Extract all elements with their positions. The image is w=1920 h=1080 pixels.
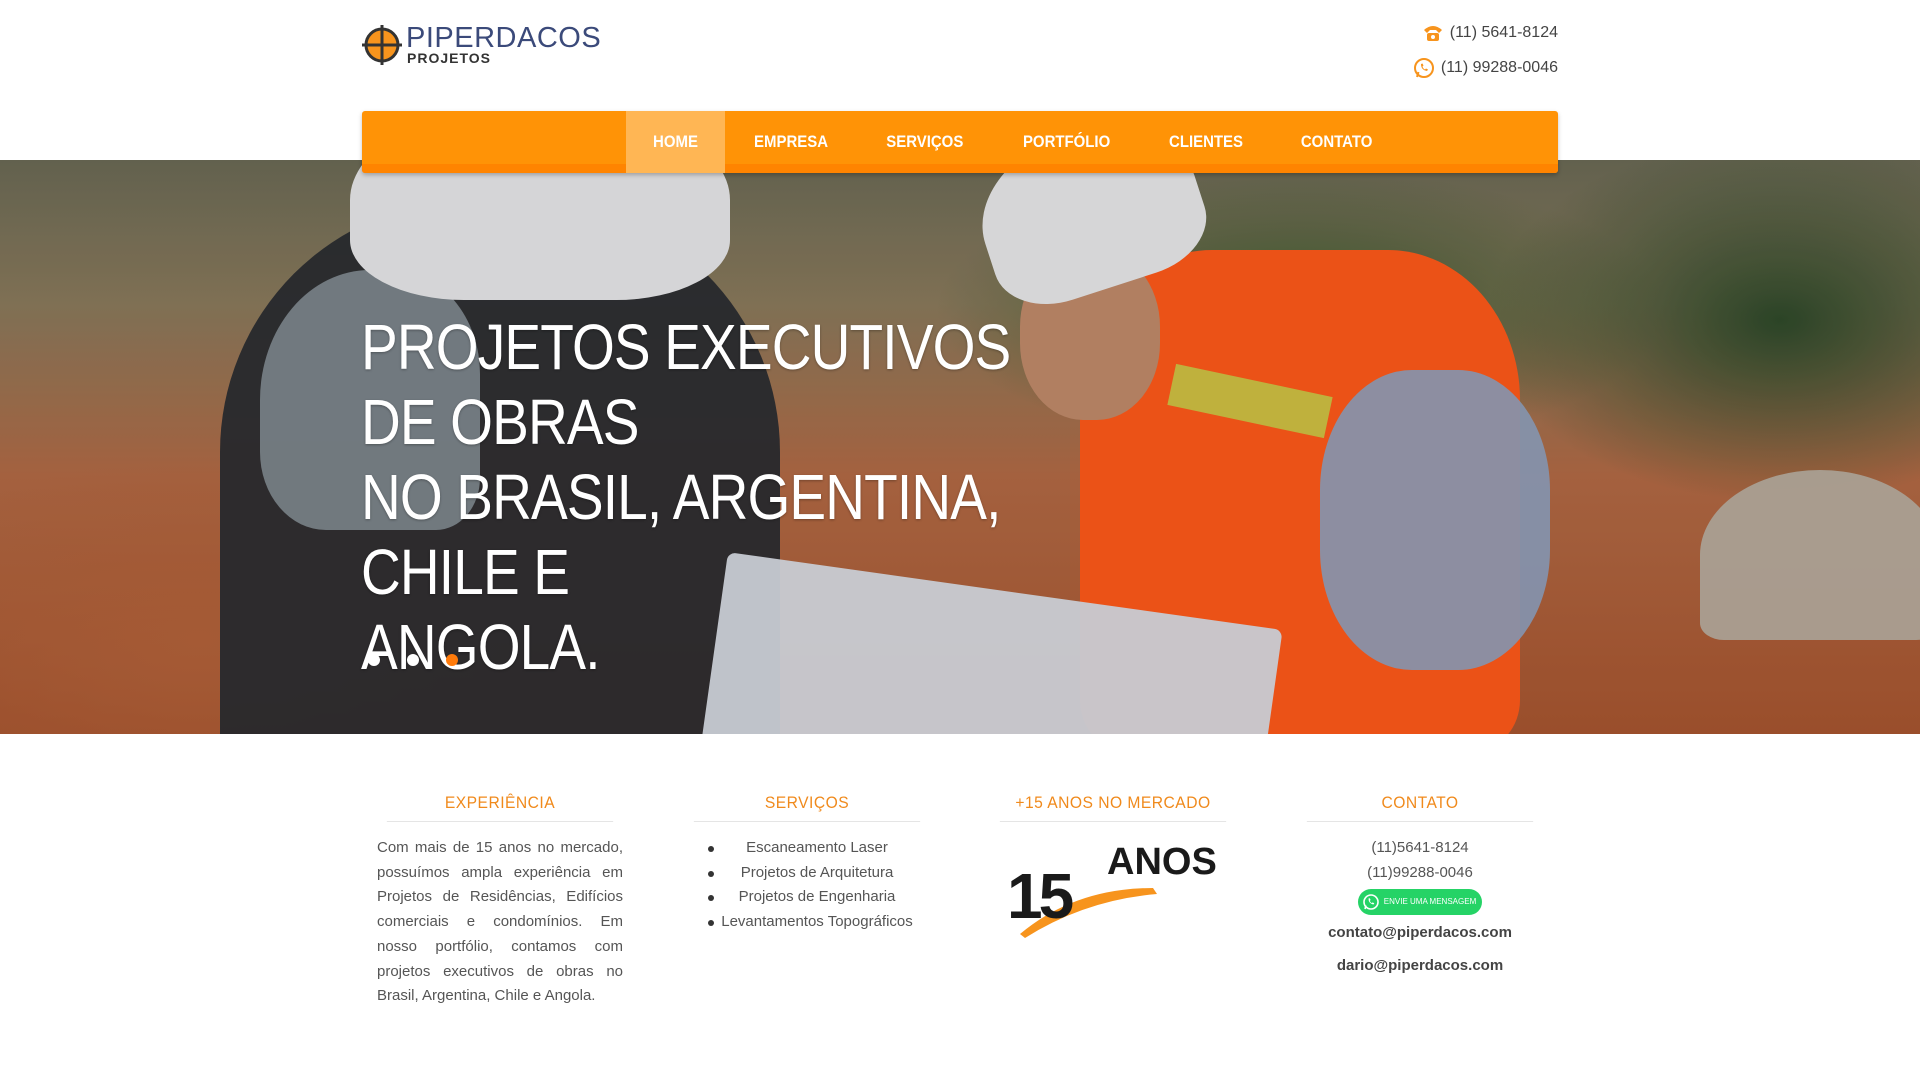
contact-phone[interactable]: (11)5641-8124 (1297, 836, 1543, 861)
experience-title: EXPERIÊNCIA (386, 793, 614, 822)
slider-dot-3[interactable] (446, 654, 458, 666)
whatsapp-message-button[interactable]: ENVIE UMA MENSAGEM (1357, 889, 1483, 916)
list-item: Escaneamento Laser (684, 836, 930, 861)
nav-item-empresa[interactable]: EMPRESA (733, 111, 849, 173)
slider-dot-1[interactable] (368, 654, 380, 666)
whatsapp-icon (1413, 58, 1434, 78)
contact-email[interactable]: contato@piperdacos.com (1297, 921, 1543, 946)
telephone-icon (1423, 26, 1442, 41)
header-contacts: (11) 5641-8124 (11) 99288-0046 (1413, 20, 1558, 90)
nav-item-contato[interactable]: CONTATO (1280, 111, 1394, 173)
hero-title-line: NO BRASIL, ARGENTINA, CHILE E (361, 461, 1001, 608)
fifteen-years-badge: 15 ANOS (1007, 841, 1217, 938)
list-item: Levantamentos Topográficos (684, 910, 930, 935)
services-title: SERVIÇOS (693, 793, 921, 822)
experience-text: Com mais de 15 anos no mercado, possuímo… (377, 839, 623, 1005)
slider-dot-2[interactable] (407, 654, 419, 666)
contact-column: CONTATO (11)5641-8124 (11)99288-0046 ENV… (1297, 793, 1543, 979)
header-whatsapp[interactable]: (11) 99288-0046 (1413, 55, 1558, 81)
hero-title-line: PROJETOS EXECUTIVOS DE OBRAS (361, 311, 1011, 458)
crosshair-logo-icon (362, 24, 402, 65)
header-phone-text: (11) 5641-8124 (1449, 24, 1558, 41)
site-logo[interactable]: PIPERDACOS PROJETOS (362, 24, 601, 65)
contact-title: CONTATO (1306, 793, 1534, 822)
services-column: SERVIÇOS Escaneamento Laser Projetos de … (684, 793, 930, 935)
slider-dots (368, 654, 485, 666)
contact-email[interactable]: dario@piperdacos.com (1297, 954, 1543, 979)
services-list: Escaneamento Laser Projetos de Arquitetu… (684, 836, 930, 935)
hero-title: PROJETOS EXECUTIVOS DE OBRAS NO BRASIL, … (361, 310, 1049, 685)
header-whatsapp-text: (11) 99288-0046 (1440, 59, 1558, 76)
nav-item-home[interactable]: HOME (626, 111, 725, 173)
market-title: +15 ANOS NO MERCADO (999, 793, 1227, 822)
whatsapp-icon (1362, 894, 1379, 911)
logo-name: PIPERDACOS (406, 22, 602, 54)
whatsapp-button-label: ENVIE UMA MENSAGEM (1383, 897, 1477, 907)
main-navbar: HOME EMPRESA SERVIÇOS PORTFÓLIO CLIENTES… (362, 111, 1558, 173)
market-column: +15 ANOS NO MERCADO (990, 793, 1236, 822)
list-item: Projetos de Arquitetura (684, 861, 930, 886)
list-item: Projetos de Engenharia (684, 885, 930, 910)
badge-number: 15 (1007, 860, 1073, 932)
hero-title-line: ANGOLA. (361, 611, 601, 683)
badge-word: ANOS (1107, 841, 1217, 883)
nav-item-portfolio[interactable]: PORTFÓLIO (1001, 111, 1131, 173)
nav-item-servicos[interactable]: SERVIÇOS (865, 111, 984, 173)
header-phone[interactable]: (11) 5641-8124 (1413, 20, 1558, 46)
nav-menu: HOME EMPRESA SERVIÇOS PORTFÓLIO CLIENTES… (626, 111, 1401, 173)
hero-slider: PROJETOS EXECUTIVOS DE OBRAS NO BRASIL, … (0, 160, 1920, 734)
contact-whatsapp-number[interactable]: (11)99288-0046 (1297, 861, 1543, 886)
nav-item-clientes[interactable]: CLIENTES (1148, 111, 1264, 173)
experience-column: EXPERIÊNCIA Com mais de 15 anos no merca… (377, 793, 623, 1009)
